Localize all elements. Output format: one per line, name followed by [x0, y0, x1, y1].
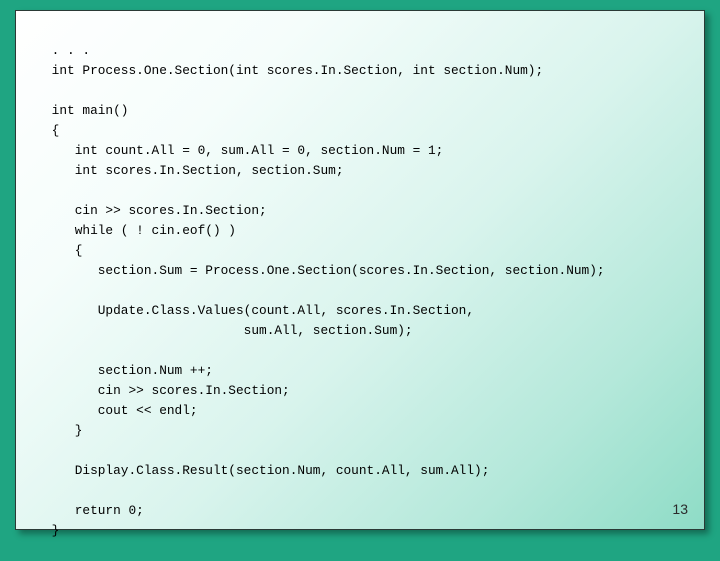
code-line: section.Sum = Process.One.Section(scores…: [44, 263, 605, 278]
slide: . . . int Process.One.Section(int scores…: [15, 10, 705, 530]
code-line: int Process.One.Section(int scores.In.Se…: [44, 63, 543, 78]
code-line: {: [44, 123, 59, 138]
code-line: }: [44, 523, 59, 538]
code-line: while ( ! cin.eof() ): [44, 223, 236, 238]
code-line: cin >> scores.In.Section;: [44, 383, 290, 398]
code-line: section.Num ++;: [44, 363, 213, 378]
code-line: {: [44, 243, 82, 258]
code-line: Display.Class.Result(section.Num, count.…: [44, 463, 489, 478]
code-line: Update.Class.Values(count.All, scores.In…: [44, 303, 474, 318]
page-number: 13: [672, 501, 688, 517]
code-line: int count.All = 0, sum.All = 0, section.…: [44, 143, 443, 158]
code-line: int scores.In.Section, section.Sum;: [44, 163, 344, 178]
code-line: return 0;: [44, 503, 144, 518]
code-line: int main(): [44, 103, 128, 118]
code-line: }: [44, 423, 82, 438]
code-block: . . . int Process.One.Section(int scores…: [44, 21, 686, 561]
code-line: cout << endl;: [44, 403, 198, 418]
code-line: . . .: [44, 43, 90, 58]
code-line: cin >> scores.In.Section;: [44, 203, 267, 218]
code-line: sum.All, section.Sum);: [44, 323, 413, 338]
